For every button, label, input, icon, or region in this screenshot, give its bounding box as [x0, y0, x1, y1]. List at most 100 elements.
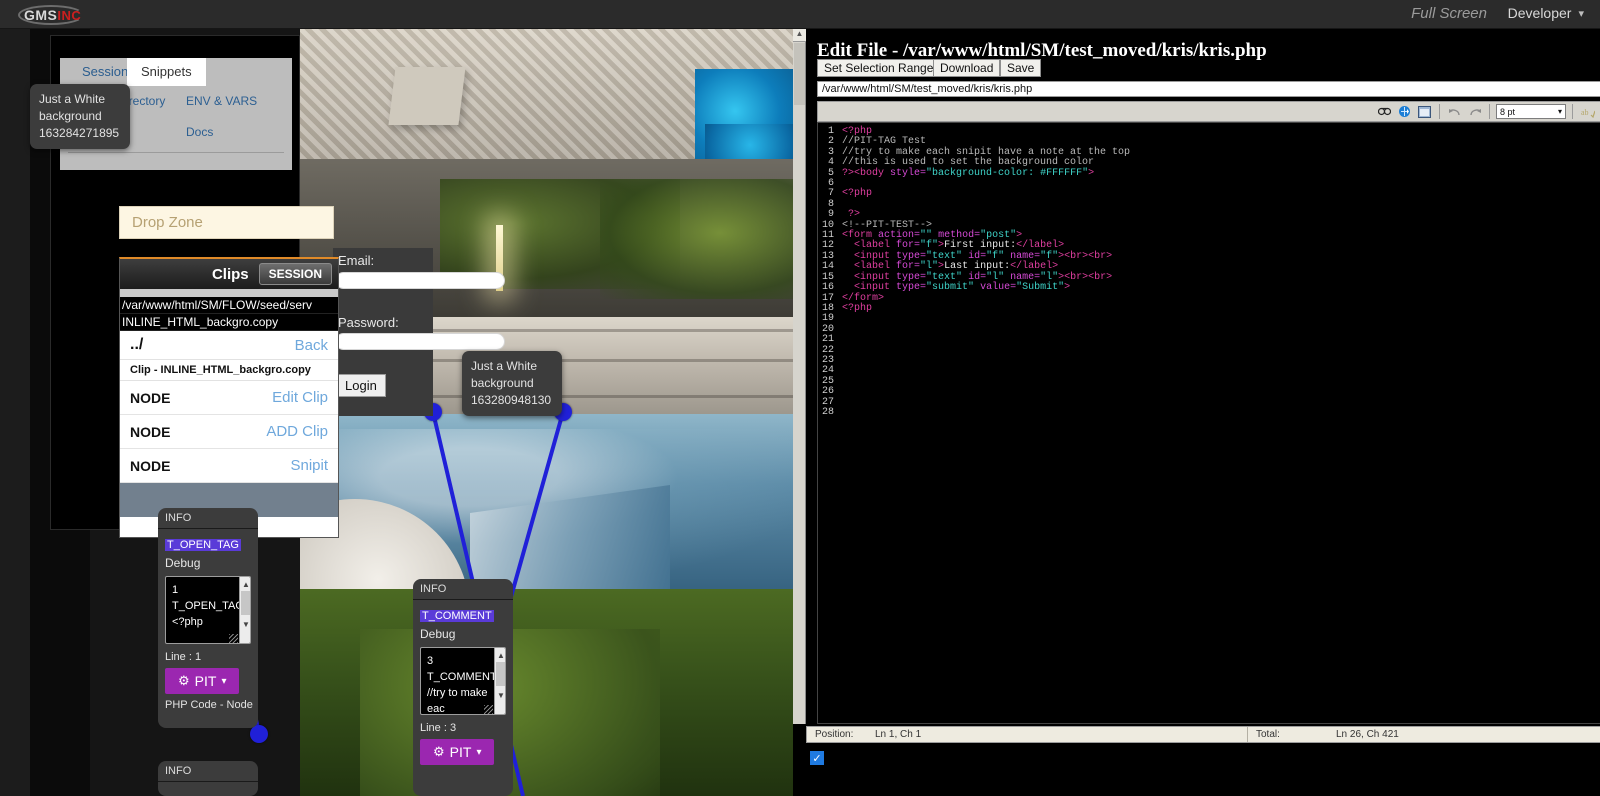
link-env-vars[interactable]: ENV & VARS: [186, 94, 257, 108]
edit-clip-link[interactable]: Edit Clip: [272, 389, 328, 406]
status-position-label: Position:: [815, 729, 854, 740]
snipit-link[interactable]: Snipit: [290, 457, 328, 474]
clips-session-button[interactable]: SESSION: [258, 263, 332, 285]
chevron-down-icon: ▾: [1578, 7, 1584, 20]
node-label: NODE: [130, 389, 171, 406]
pit-button[interactable]: ⚙ PIT ▾: [420, 739, 495, 765]
developer-menu-label: Developer: [1507, 5, 1572, 21]
font-size-select[interactable]: 8 pt ▾: [1496, 104, 1566, 119]
file-path-input[interactable]: /var/www/html/SM/test_moved/kris/kris.ph…: [817, 81, 1600, 97]
window-icon[interactable]: [1416, 103, 1433, 120]
chevron-down-icon: ▾: [221, 675, 227, 687]
svg-text:ab: ab: [1581, 108, 1589, 117]
tab-snippets[interactable]: Snippets: [127, 58, 206, 86]
textarea-line-1: 3: [427, 655, 434, 667]
line-number: 16: [821, 282, 834, 294]
code-line: 1 <?php: [818, 126, 1600, 137]
top-bar: GMS INC Full Screen Developer ▾: [0, 0, 1600, 29]
info-node-textarea[interactable]: 1 T_OPEN_TAG <?php ▲ ▼: [165, 576, 251, 644]
email-field[interactable]: [335, 272, 505, 289]
node-handle-bottom[interactable]: [250, 725, 268, 743]
info-node-header: INFO: [420, 583, 447, 595]
editor-vertical-scrollbar[interactable]: ▲: [793, 29, 806, 724]
code-token: <label: [842, 261, 897, 273]
scrollbar-thumb[interactable]: [794, 43, 805, 105]
clips-filename: INLINE_HTML_backgro.copy: [120, 314, 338, 331]
fullscreen-link[interactable]: Full Screen: [1411, 5, 1487, 22]
status-total-value: Ln 26, Ch 421: [1336, 729, 1399, 740]
drop-zone[interactable]: Drop Zone: [119, 206, 334, 239]
chevron-down-icon: ▾: [476, 746, 482, 758]
scrollbar-thumb[interactable]: [241, 591, 250, 615]
chevron-down-icon: ▾: [1557, 107, 1562, 116]
status-position-value: Ln 1, Ch 1: [875, 729, 922, 740]
password-field[interactable]: [335, 333, 505, 350]
clips-node-row-edit[interactable]: NODE Edit Clip: [120, 381, 338, 415]
scrollbar-thumb[interactable]: [496, 662, 505, 686]
clips-node-row-add[interactable]: NODE ADD Clip: [120, 415, 338, 449]
clips-back-link[interactable]: Back: [295, 337, 328, 354]
textarea-scrollbar[interactable]: ▲ ▼: [239, 577, 250, 643]
code-line: 28: [818, 406, 1600, 418]
code-token: <input: [842, 282, 897, 294]
pit-button[interactable]: ⚙ PIT ▾: [165, 668, 240, 694]
debug-label: Debug: [420, 627, 456, 641]
line-number: 28: [821, 406, 834, 418]
scroll-down-icon[interactable]: ▼: [497, 688, 505, 704]
download-button[interactable]: Download: [933, 59, 1001, 77]
clips-navigation-row[interactable]: ../ Back: [120, 331, 338, 360]
code-line: 17 </form>: [818, 293, 1600, 304]
tooltip-line-2: background: [39, 109, 102, 123]
clips-title: Clips: [211, 265, 249, 283]
toolbar-divider: [1439, 104, 1440, 119]
editor-toggle-checkbox[interactable]: ✓: [810, 751, 824, 765]
login-button[interactable]: Login: [336, 374, 386, 397]
code-line: 8: [818, 199, 1600, 210]
find-icon[interactable]: [1376, 103, 1393, 120]
resize-grip-icon[interactable]: [484, 705, 493, 714]
add-clip-link[interactable]: ADD Clip: [266, 423, 328, 440]
code-token: Last input:: [944, 261, 1011, 273]
redo-icon[interactable]: [1466, 103, 1483, 120]
code-line: 24: [818, 365, 1600, 376]
clips-up-directory[interactable]: ../: [130, 336, 143, 354]
undo-icon[interactable]: [1446, 103, 1463, 120]
developer-menu[interactable]: Developer ▾: [1508, 5, 1584, 21]
left-gutter: [0, 29, 30, 796]
textarea-line-1: 1: [172, 584, 179, 596]
code-token: </label>: [1010, 261, 1059, 273]
info-node-textarea[interactable]: 3 T_COMMENT //try to make eac snipit hav…: [420, 647, 506, 715]
scroll-up-icon[interactable]: ▲: [793, 29, 806, 42]
tooltip-line-3: 163284271895: [39, 126, 120, 140]
spellcheck-icon[interactable]: ab: [1579, 103, 1596, 120]
code-token: >: [1064, 282, 1071, 294]
textarea-line-2: T_COMMENT: [427, 671, 497, 683]
tooltip-line-1: Just a White: [39, 92, 106, 106]
code-line: 27: [818, 397, 1600, 408]
code-token: <body: [854, 167, 891, 179]
editor-toolbar: 8 pt ▾ ab ?: [817, 101, 1600, 122]
scroll-down-icon[interactable]: ▼: [242, 617, 250, 633]
clips-node-row-snipit[interactable]: NODE Snipit: [120, 449, 338, 483]
code-editor[interactable]: 1 <?php 2//PIT-TAG Test 3//try to make each…: [817, 122, 1600, 724]
code-line: 26: [818, 386, 1600, 397]
app-logo[interactable]: GMS INC: [18, 4, 90, 26]
clips-gap: [120, 289, 338, 297]
tooltip-line-1: Just a White: [471, 359, 538, 373]
textarea-scrollbar[interactable]: ▲ ▼: [494, 648, 505, 714]
code-token: "background-color: #FFFFFF": [926, 167, 1089, 179]
code-line-content: ?><body style="background-color: #FFFFFF…: [842, 167, 1094, 179]
code-token: for=: [896, 261, 921, 273]
code-line: 18 <?php: [818, 303, 1600, 314]
globe-icon[interactable]: [1396, 103, 1413, 120]
link-docs[interactable]: Docs: [186, 125, 213, 139]
code-line: 5 ?><body style="background-color: #FFFFF…: [818, 167, 1600, 179]
resize-grip-icon[interactable]: [229, 634, 238, 643]
info-node-comment: INFO T_COMMENT Debug 3 T_COMMENT //try t…: [413, 579, 513, 796]
code-token: value=: [980, 282, 1017, 294]
save-button[interactable]: Save: [1000, 59, 1042, 77]
tooltip-line-3: 163280948130: [471, 393, 552, 407]
pit-button-label: PIT: [194, 673, 217, 689]
info-node-open-tag: INFO T_OPEN_TAG Debug 1 T_OPEN_TAG <?php…: [158, 508, 258, 728]
set-selection-range-button[interactable]: Set Selection Range: [817, 59, 941, 77]
